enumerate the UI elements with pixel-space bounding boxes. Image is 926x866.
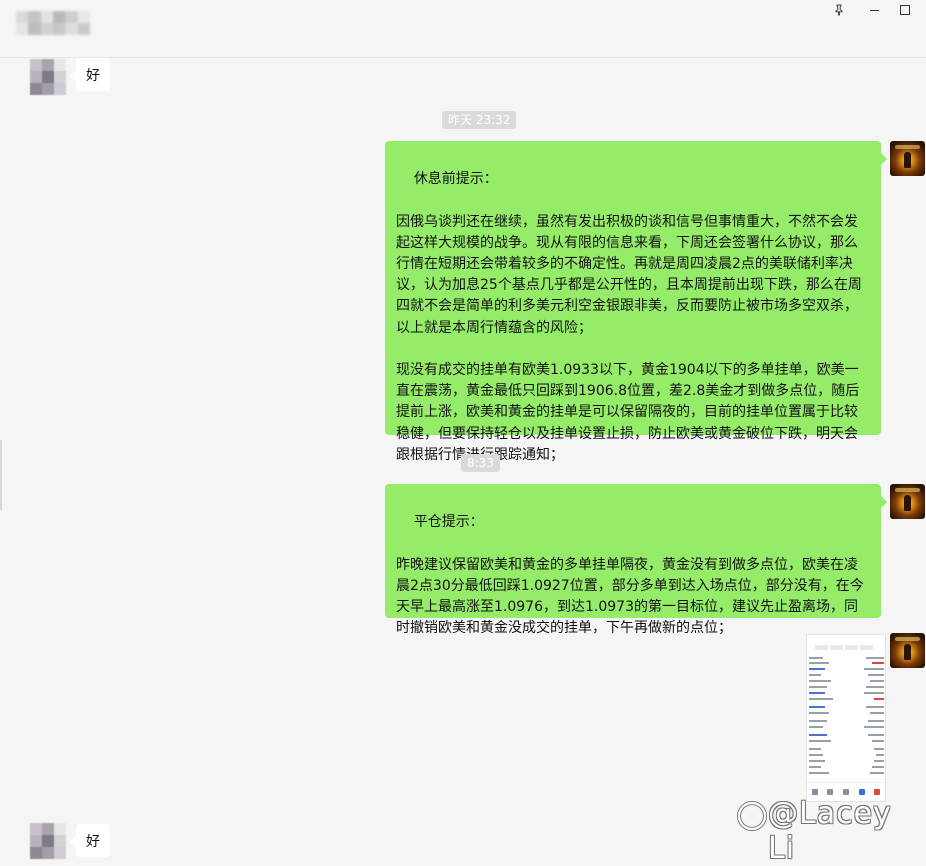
minimize-icon[interactable] — [857, 0, 891, 20]
watermark-text: @Lacey Li — [768, 796, 892, 866]
avatar-self[interactable] — [890, 633, 925, 668]
message-text: 好 — [86, 833, 100, 850]
chat-window: 好 昨天 23:32 休息前提示： 因俄乌谈判还在继续，虽然有发出积极的谈和信号… — [0, 0, 926, 866]
window-resize-edge[interactable] — [0, 440, 2, 510]
message-text: 好 — [86, 67, 100, 84]
thumbnail-tabs — [815, 645, 873, 650]
image-message-thumbnail[interactable] — [806, 634, 886, 802]
message-bubble-outgoing[interactable]: 平仓提示： 昨晚建议保留欧美和黄金的多单挂单隔夜，黄金没有到做多点位，欧美在凌晨… — [385, 484, 887, 636]
maximize-icon[interactable] — [888, 0, 922, 20]
message-text: 休息前提示： 因俄乌谈判还在继续，虽然有发出积极的谈和信号但事情重大，不然不会发… — [396, 171, 862, 463]
timestamp-badge: 8:33 — [461, 454, 500, 472]
message-bubble-incoming[interactable]: 好 — [70, 824, 110, 857]
timestamp-badge: 昨天 23:32 — [442, 111, 517, 129]
titlebar — [0, 0, 926, 58]
avatar-self[interactable] — [890, 484, 925, 519]
message-bubble-outgoing[interactable]: 休息前提示： 因俄乌谈判还在继续，虽然有发出积极的谈和信号但事情重大，不然不会发… — [385, 141, 887, 463]
message-bubble-incoming[interactable]: 好 — [70, 58, 110, 91]
avatar[interactable] — [30, 823, 66, 859]
pin-icon[interactable] — [822, 0, 856, 20]
zhihu-logo-icon — [738, 802, 766, 830]
chat-title-blurred — [16, 11, 90, 35]
avatar-self[interactable] — [890, 141, 925, 176]
message-text: 平仓提示： 昨晚建议保留欧美和黄金的多单挂单隔夜，黄金没有到做多点位，欧美在凌晨… — [396, 514, 864, 637]
avatar[interactable] — [30, 59, 66, 95]
